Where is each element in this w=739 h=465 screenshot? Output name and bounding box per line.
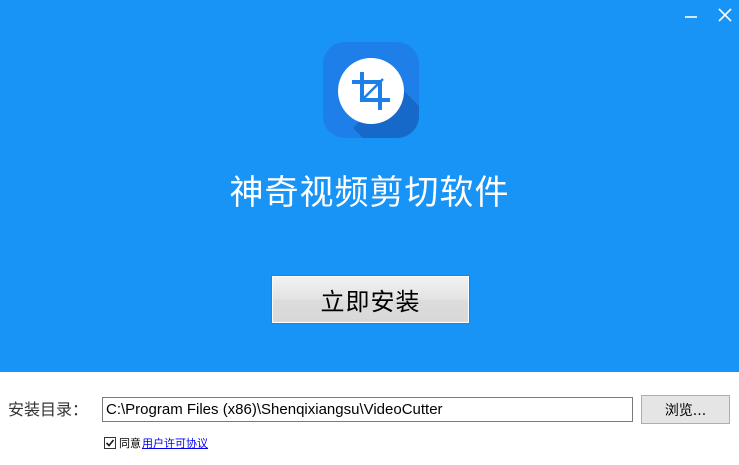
- hero-banner: 神奇视频剪切软件 立即安装: [0, 0, 739, 372]
- agree-label: 同意: [119, 437, 141, 450]
- logo-disc: [338, 58, 404, 124]
- minimize-button[interactable]: [680, 4, 702, 26]
- install-dir-input[interactable]: [102, 397, 633, 422]
- minimize-icon: [685, 16, 697, 18]
- browse-button[interactable]: 浏览...: [641, 395, 730, 424]
- app-logo: [323, 42, 419, 138]
- crop-icon: [352, 72, 390, 110]
- checkmark-icon: [105, 439, 115, 447]
- agree-checkbox[interactable]: [104, 437, 116, 449]
- install-now-button[interactable]: 立即安装: [271, 275, 470, 324]
- install-dir-label: 安装目录：: [8, 400, 89, 419]
- close-icon: [718, 8, 732, 22]
- app-title: 神奇视频剪切软件: [229, 173, 510, 213]
- agreement-row: 同意 用户许可协议: [104, 435, 208, 451]
- close-button[interactable]: [714, 4, 736, 26]
- license-agreement-link[interactable]: 用户许可协议: [142, 435, 208, 451]
